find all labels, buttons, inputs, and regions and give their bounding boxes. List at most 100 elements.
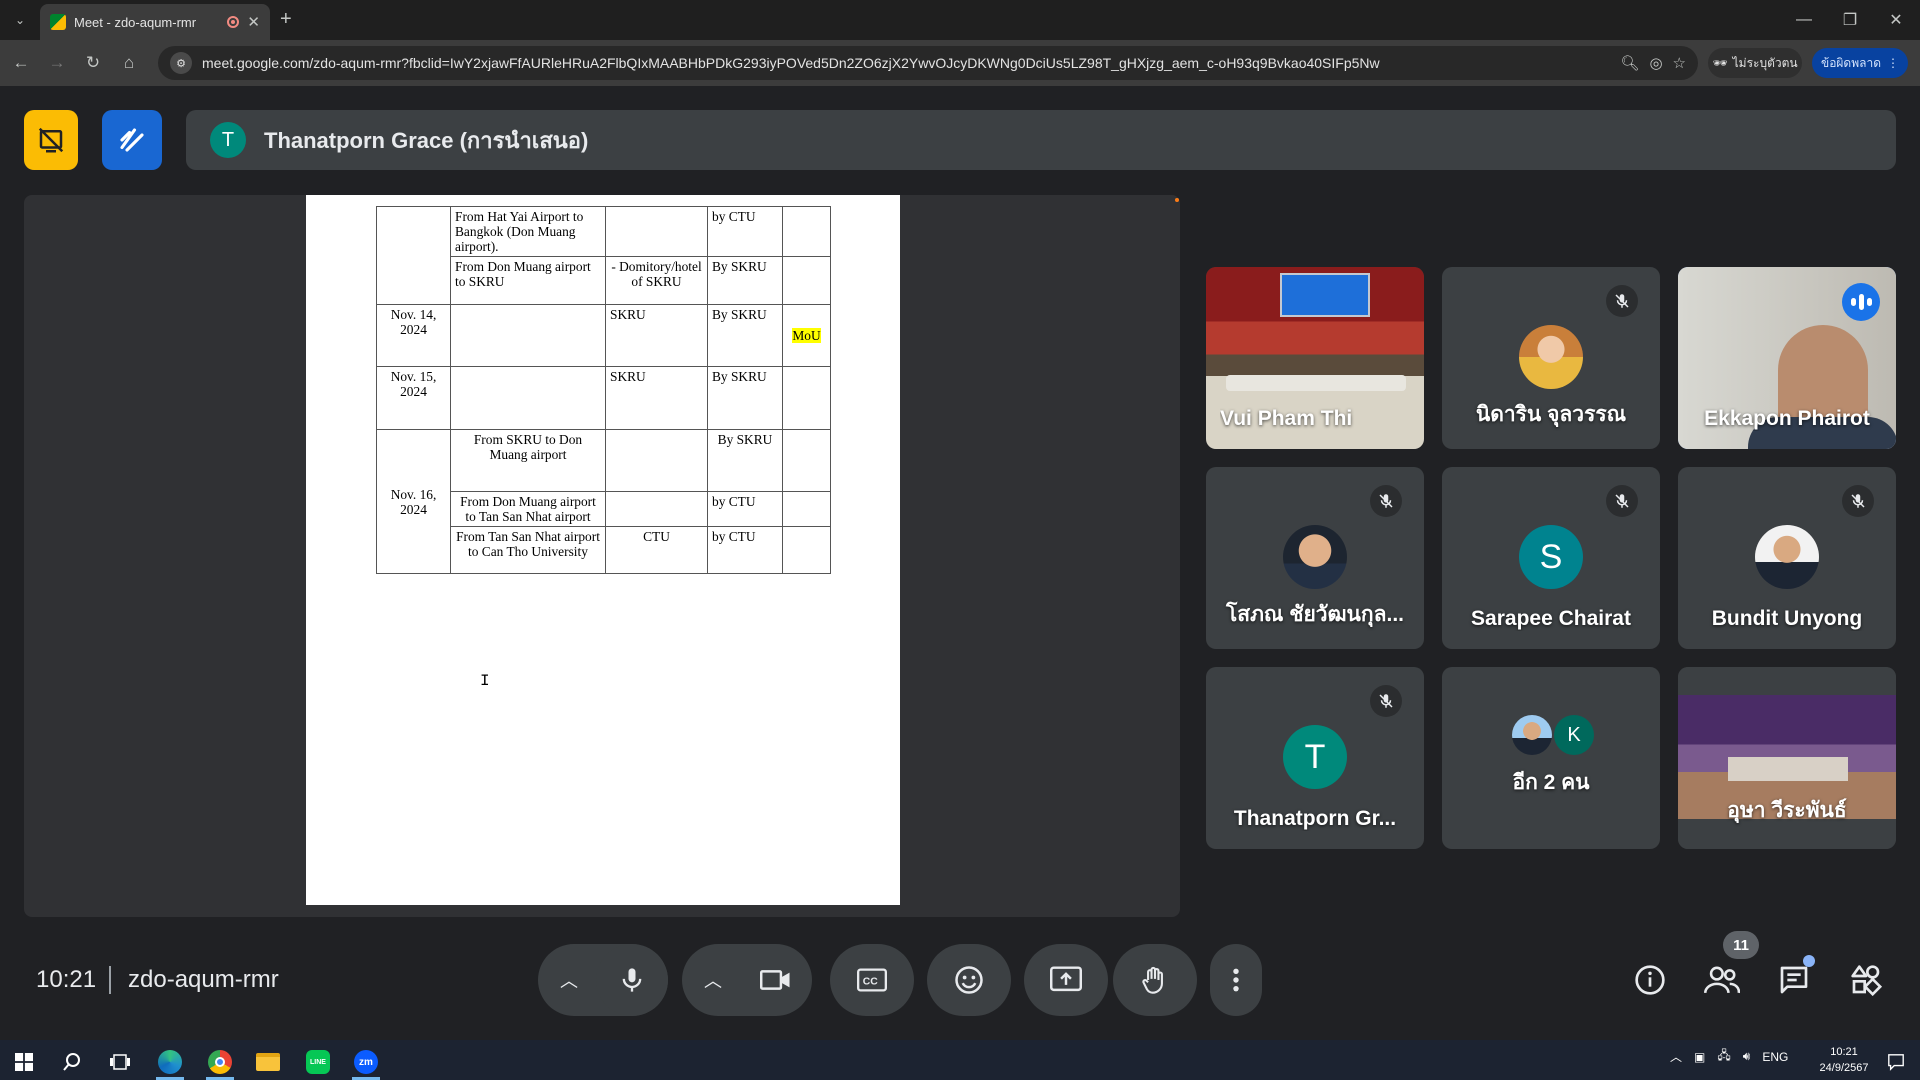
windows-start-icon[interactable]: [4, 1044, 44, 1080]
participant-avatar: [1755, 525, 1819, 589]
browser-tab-meet[interactable]: Meet - zdo-aqum-rmr ✕: [40, 4, 270, 40]
table-cell-note: [782, 491, 831, 527]
participant-tile[interactable]: นิดาริน จุลวรรณ: [1442, 267, 1660, 449]
participant-tile[interactable]: Bundit Unyong: [1678, 467, 1896, 649]
table-cell-route: From Tan San Nhat airport to Can Tho Uni…: [450, 526, 606, 574]
meeting-code: zdo-aqum-rmr: [128, 966, 279, 993]
microphone-icon[interactable]: [596, 944, 668, 1016]
tab-title: Meet - zdo-aqum-rmr: [74, 14, 197, 30]
more-options-icon[interactable]: [1210, 944, 1262, 1016]
reload-icon[interactable]: ↻: [80, 50, 106, 76]
table-row: From Hat Yai Airport to Bangkok (Don Mua…: [376, 206, 831, 305]
line-app-icon[interactable]: LINE: [298, 1044, 338, 1080]
recording-indicator-icon: [227, 16, 240, 28]
itinerary-table: From Hat Yai Airport to Bangkok (Don Mua…: [376, 206, 831, 574]
zoom-icon[interactable]: 🔍︎: [1620, 54, 1639, 72]
participant-tile[interactable]: T Thanatporn Gr...: [1206, 667, 1424, 849]
tab-search-button[interactable]: ⌄: [6, 8, 34, 32]
network-icon[interactable]: 🖧︎: [1717, 1046, 1730, 1067]
notifications-icon[interactable]: [1876, 1044, 1916, 1080]
participant-name: นิดาริน จุลวรรณ: [1475, 403, 1627, 426]
presenter-bar: T Thanatporn Grace (การนำเสนอ): [186, 110, 1896, 170]
participant-tile[interactable]: อุษา วีระพันธ์: [1678, 667, 1896, 849]
table-cell-by: by CTU: [707, 491, 783, 527]
site-info-icon[interactable]: ⚙: [170, 52, 192, 74]
table-cell-stay: CTU: [605, 526, 708, 574]
shared-document-page: From Hat Yai Airport to Bangkok (Don Mua…: [306, 195, 900, 905]
participant-count-badge: 11: [1723, 931, 1759, 959]
camera-blocked-icon[interactable]: ◎: [1649, 54, 1662, 72]
incognito-chip[interactable]: 🕶︎ ไม่ระบุตัวตน: [1708, 48, 1802, 78]
system-tray: ︿ ▣ 🖧︎ 🔊︎ ENG: [1670, 1046, 1788, 1067]
table-row: Nov. 16, 2024 From SKRU to Don Muang air…: [376, 429, 831, 574]
bookmark-star-icon[interactable]: ☆: [1673, 54, 1686, 72]
participant-tile[interactable]: Vui Pham Thi: [1206, 267, 1424, 449]
home-icon[interactable]: ⌂: [116, 50, 142, 76]
table-cell-by: by CTU: [707, 206, 783, 257]
tab-close-icon[interactable]: ✕: [247, 13, 260, 31]
input-language[interactable]: ENG: [1762, 1050, 1788, 1064]
taskbar-date: 24/9/2567: [1819, 1062, 1869, 1074]
table-row: Nov. 15, 2024 SKRU By SKRU: [376, 366, 831, 430]
error-button[interactable]: ข้อผิดพลาด ⋮: [1812, 48, 1908, 78]
camera-icon[interactable]: [740, 944, 812, 1016]
participant-tile-others[interactable]: K อีก 2 คน: [1442, 667, 1660, 849]
audio-options-caret-icon[interactable]: ︿: [560, 967, 578, 993]
tray-chevron-icon[interactable]: ︿: [1670, 1048, 1682, 1065]
participant-avatar: S: [1519, 525, 1583, 589]
meeting-info-icon[interactable]: [1630, 960, 1670, 1000]
table-cell-by: By SKRU: [707, 256, 783, 305]
incognito-label: ไม่ระบุตัวตน: [1732, 55, 1798, 70]
close-window-icon[interactable]: ✕: [1876, 6, 1916, 34]
file-explorer-icon[interactable]: [248, 1044, 288, 1080]
participant-tile-speaking[interactable]: Ekkapon Phairot: [1678, 267, 1896, 449]
windows-taskbar: [0, 1040, 1920, 1080]
chrome-app-icon[interactable]: [200, 1044, 240, 1080]
back-icon[interactable]: ←: [8, 50, 34, 76]
task-view-icon[interactable]: [100, 1044, 140, 1080]
new-tab-button[interactable]: +: [280, 8, 292, 31]
raise-hand-icon[interactable]: [1113, 944, 1197, 1016]
search-icon[interactable]: [52, 1044, 92, 1080]
minimize-icon[interactable]: —: [1784, 6, 1824, 34]
meet-tray-icon[interactable]: ▣: [1694, 1050, 1705, 1064]
table-cell-route: From Hat Yai Airport to Bangkok (Don Mua…: [450, 206, 606, 257]
mou-highlight: MoU: [792, 328, 821, 343]
table-cell-note: [782, 256, 831, 305]
activities-icon[interactable]: [1846, 960, 1886, 1000]
participant-name: Vui Pham Thi: [1220, 407, 1353, 430]
meet-favicon-icon: [50, 14, 66, 30]
participant-tile[interactable]: S Sarapee Chairat: [1442, 467, 1660, 649]
participant-avatar: [1283, 525, 1347, 589]
annotate-icon[interactable]: [102, 110, 162, 170]
stop-presenting-icon[interactable]: [24, 110, 78, 170]
emoji-reaction-icon[interactable]: [927, 944, 1011, 1016]
table-cell-stay: [605, 206, 708, 257]
text-cursor-icon: I: [480, 672, 490, 690]
present-screen-icon[interactable]: [1024, 944, 1108, 1016]
table-cell-route: From Don Muang airport to SKRU: [450, 256, 606, 305]
table-cell-stay: SKRU: [605, 366, 708, 430]
restore-icon[interactable]: ❐: [1830, 6, 1870, 34]
forward-icon[interactable]: →: [44, 50, 70, 76]
table-cell-route: From SKRU to Don Muang airport: [450, 429, 606, 492]
mic-off-icon: [1606, 485, 1638, 517]
meeting-clock: 10:21: [36, 966, 97, 993]
people-icon[interactable]: [1702, 960, 1742, 1000]
table-cell-note: [782, 366, 831, 430]
volume-icon[interactable]: 🔊︎: [1743, 1049, 1751, 1064]
table-cell-route: [450, 304, 606, 367]
video-options-caret-icon[interactable]: ︿: [704, 967, 722, 993]
participant-name: Bundit Unyong: [1711, 607, 1863, 630]
address-bar[interactable]: ⚙ meet.google.com/zdo-aqum-rmr?fbclid=Iw…: [158, 46, 1698, 80]
zoom-app-icon[interactable]: zm: [346, 1044, 386, 1080]
participant-name: อีก 2 คน: [1512, 771, 1590, 794]
taskbar-clock[interactable]: 10:21 24/9/2567: [1814, 1044, 1874, 1076]
participant-tile[interactable]: โสภณ ชัยวัฒนกุล...: [1206, 467, 1424, 649]
captions-icon[interactable]: CC: [830, 944, 914, 1016]
table-cell-by: By SKRU: [707, 304, 783, 367]
url-text[interactable]: meet.google.com/zdo-aqum-rmr?fbclid=IwY2…: [202, 55, 1610, 71]
edge-app-icon[interactable]: [150, 1044, 190, 1080]
mic-off-icon: [1370, 685, 1402, 717]
table-cell-note: [782, 206, 831, 257]
